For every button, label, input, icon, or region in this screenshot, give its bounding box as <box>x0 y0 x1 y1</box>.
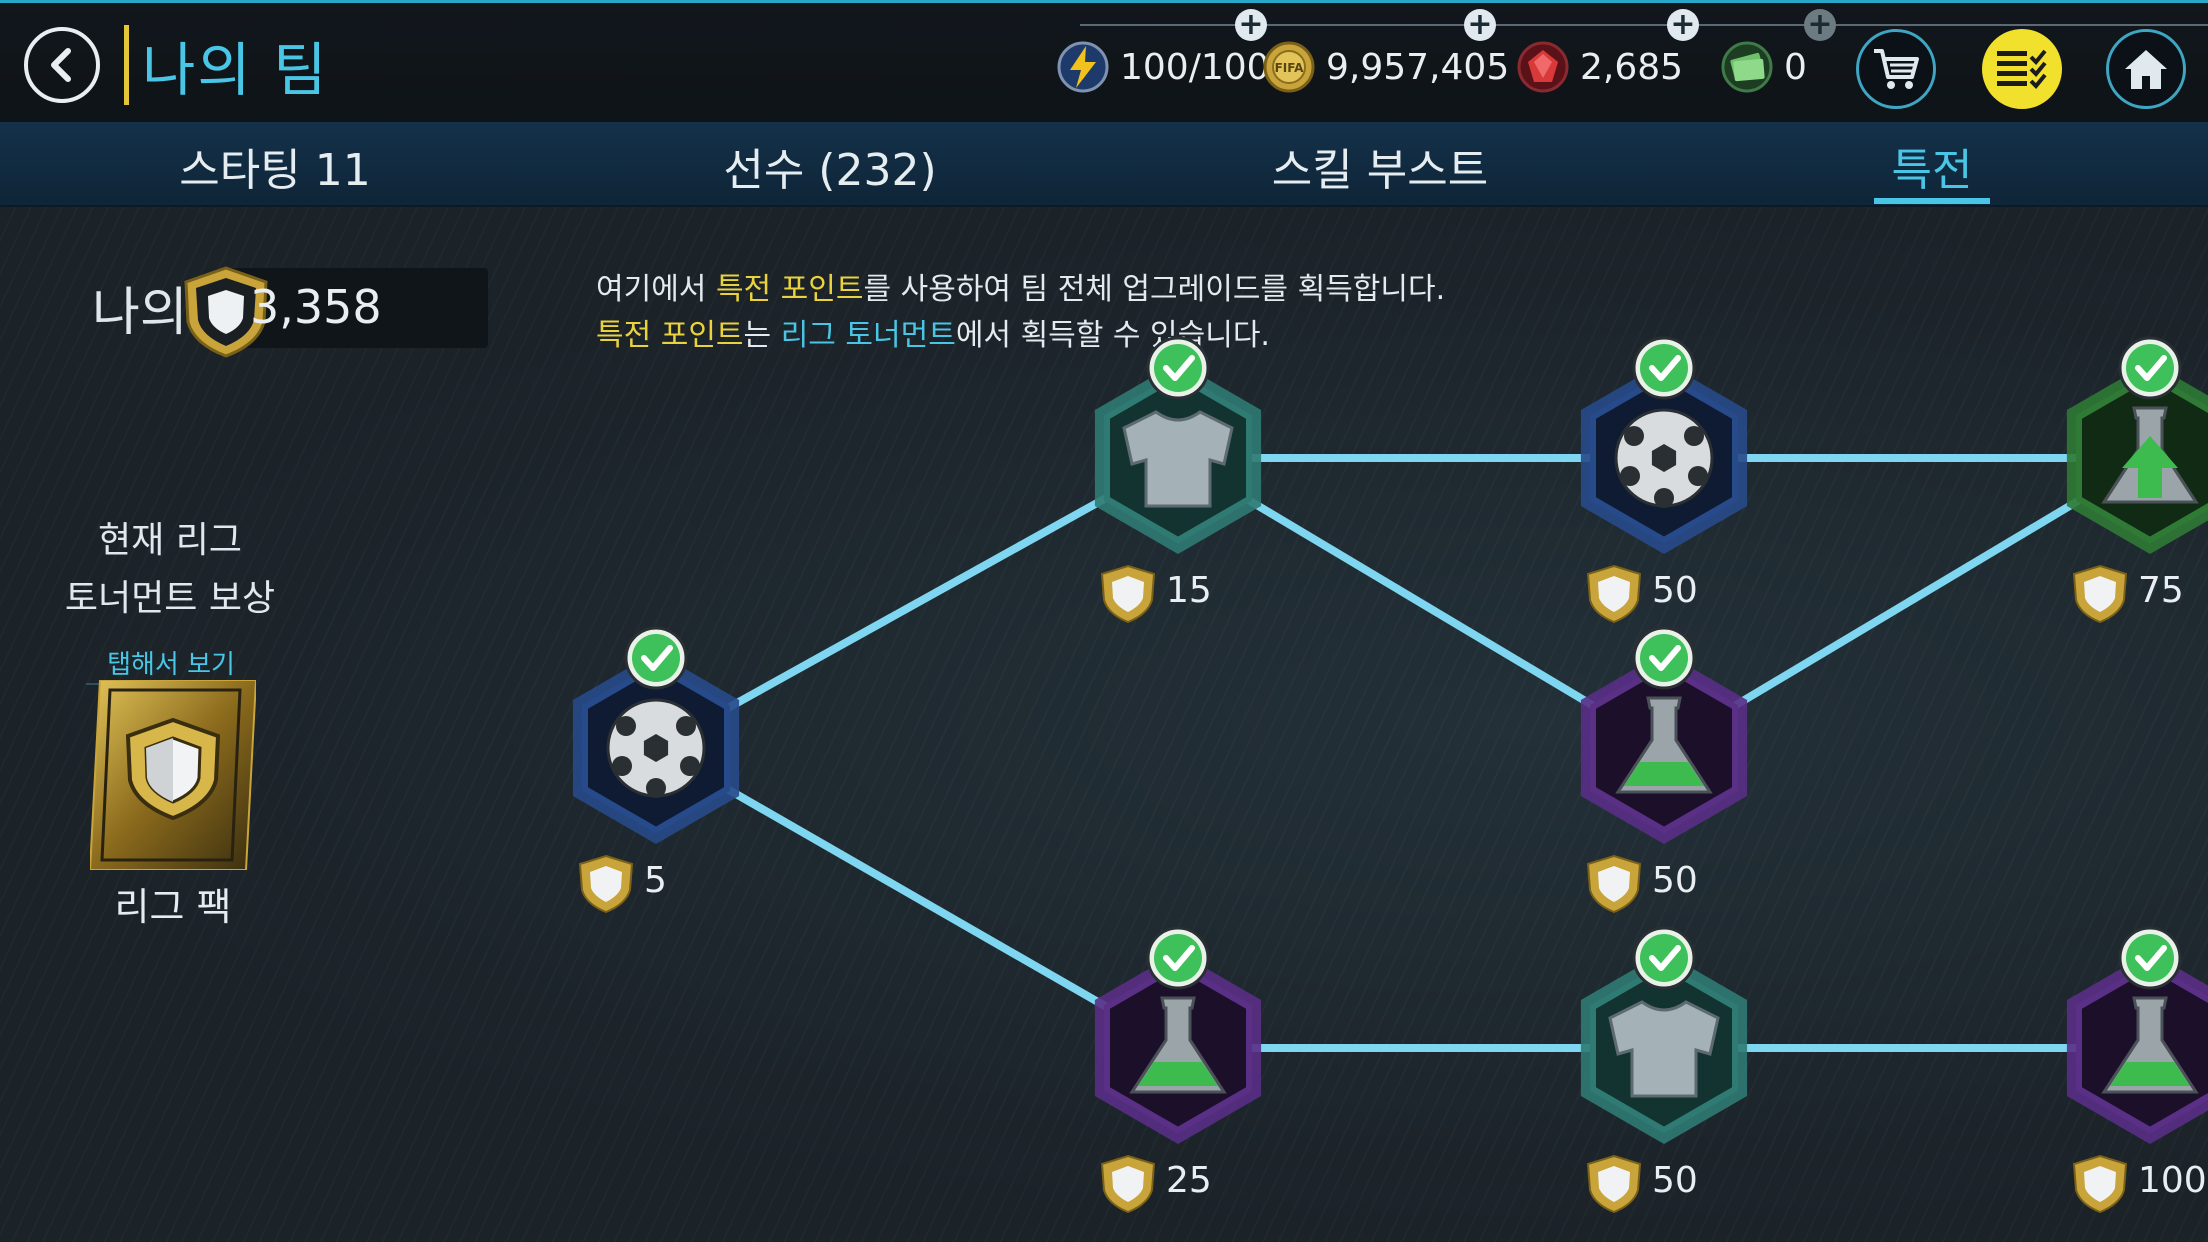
check-icon <box>1632 926 1696 990</box>
soccer-ball-icon <box>606 698 706 798</box>
check-icon <box>1146 926 1210 990</box>
check-icon <box>1146 336 1210 400</box>
perk-cost-value: 50 <box>1652 1160 1698 1201</box>
perk-node-purple[interactable] <box>1094 926 1262 1144</box>
perk-cost-shield-icon <box>2072 1154 2128 1214</box>
perk-cost-shield-icon <box>1100 564 1156 624</box>
perk-cost-value: 15 <box>1166 570 1212 611</box>
perk-cost-shield-icon <box>1586 564 1642 624</box>
perk-cost-value: 5 <box>644 860 667 901</box>
perk-cost-shield-icon <box>578 854 634 914</box>
perk-cost-shield-icon <box>1586 1154 1642 1214</box>
perk-node-green[interactable] <box>2066 336 2208 554</box>
perk-node-purple[interactable] <box>1580 626 1748 844</box>
perk-node-teal[interactable] <box>1580 926 1748 1144</box>
perk-node-teal[interactable] <box>1094 336 1262 554</box>
perk-cost-value: 25 <box>1166 1160 1212 1201</box>
perk-cost-value: 100 <box>2138 1160 2207 1201</box>
perk-tree <box>572 336 2208 1214</box>
check-icon <box>2118 336 2182 400</box>
perk-node-purple[interactable] <box>2066 926 2208 1144</box>
check-icon <box>1632 336 1696 400</box>
check-icon <box>624 626 688 690</box>
perk-cost-value: 50 <box>1652 860 1698 901</box>
perk-node-blue[interactable] <box>572 626 740 844</box>
perk-cost-value: 75 <box>2138 570 2184 611</box>
perk-cost-shield-icon <box>2072 564 2128 624</box>
perk-node-blue[interactable] <box>1580 336 1748 554</box>
perk-cost-value: 50 <box>1652 570 1698 611</box>
soccer-ball-icon <box>1614 408 1714 508</box>
check-icon <box>1632 626 1696 690</box>
perk-cost-shield-icon <box>1586 854 1642 914</box>
perk-cost-shield-icon <box>1100 1154 1156 1214</box>
check-icon <box>2118 926 2182 990</box>
